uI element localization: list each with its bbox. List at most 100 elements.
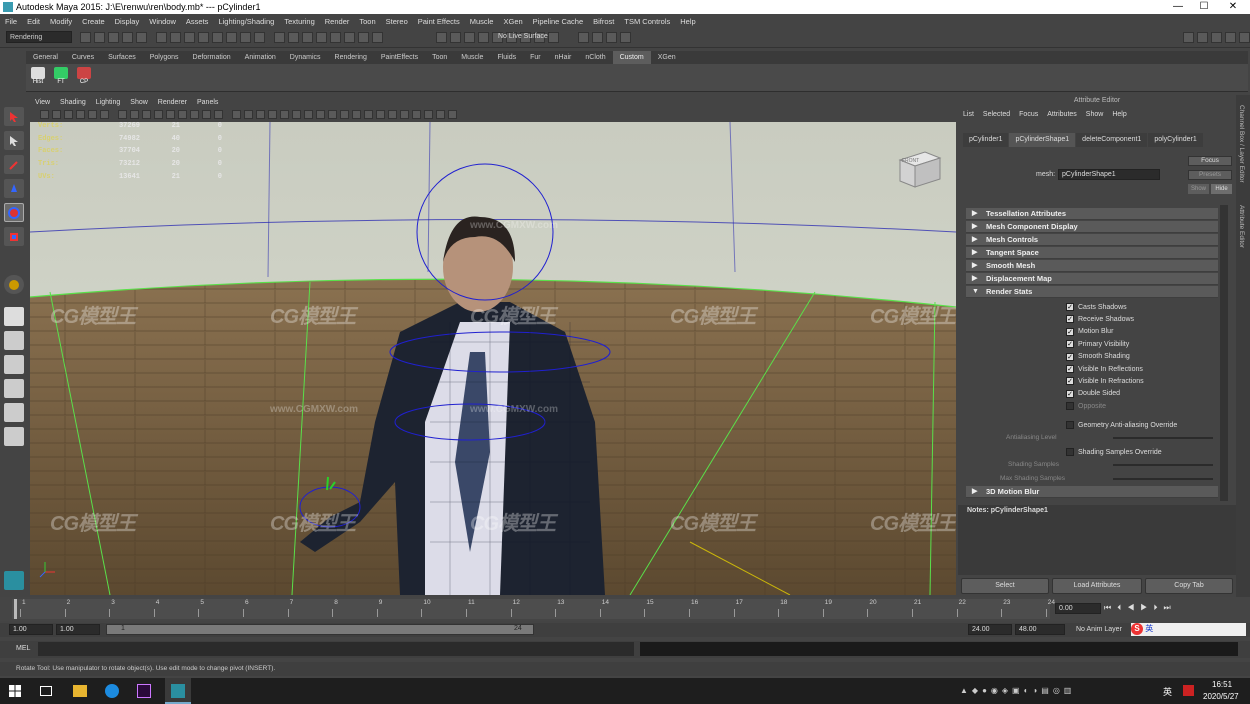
viewport-3d[interactable]: FRONT CG模型王 CG模型王 CG模型王 CG模型王 CG模型王 CG模型… xyxy=(30,122,956,595)
ae-menu-show[interactable]: Show xyxy=(1086,109,1104,121)
checkbox[interactable]: ✓ xyxy=(1066,352,1074,361)
section-3d-motion-blur[interactable]: ▶ 3D Motion Blur xyxy=(966,486,1218,498)
checkbox[interactable]: ✓ xyxy=(1066,315,1074,324)
viewport-menu-panels[interactable]: Panels xyxy=(197,97,218,108)
command-type-label[interactable]: MEL xyxy=(16,645,30,652)
checkbox[interactable]: ✓ xyxy=(1066,303,1074,311)
viewport-menu-lighting[interactable]: Lighting xyxy=(96,97,121,108)
panel-toggle-icon[interactable] xyxy=(1225,32,1236,43)
focus-button[interactable]: Focus xyxy=(1188,156,1232,166)
shelf-tab-custom[interactable]: Custom xyxy=(612,51,651,64)
viewport-tool-icon[interactable] xyxy=(328,110,337,119)
ae-menu-focus[interactable]: Focus xyxy=(1019,109,1038,121)
ae-menu-attributes[interactable]: Attributes xyxy=(1047,109,1077,121)
viewport-tool-icon[interactable] xyxy=(130,110,139,119)
shelf-tab-ncloth[interactable]: nCloth xyxy=(578,51,612,64)
viewport-tool-icon[interactable] xyxy=(340,110,349,119)
ae-tab-pcylinder1[interactable]: pCylinder1 xyxy=(963,133,1009,147)
menu-tsm-controls[interactable]: TSM Controls xyxy=(624,17,670,26)
hide-button[interactable]: Hide xyxy=(1211,184,1232,194)
premiere-icon[interactable] xyxy=(137,684,151,698)
shelf-tab-fur[interactable]: Fur xyxy=(523,51,548,64)
menu-pipeline-cache[interactable]: Pipeline Cache xyxy=(533,17,583,26)
viewport-tool-icon[interactable] xyxy=(118,110,127,119)
current-frame-marker[interactable] xyxy=(14,599,17,619)
end-time-field[interactable]: 48.00 xyxy=(1015,624,1065,635)
status-tool-icon[interactable] xyxy=(548,32,559,43)
checkbox[interactable] xyxy=(1066,421,1074,429)
viewport-tool-icon[interactable] xyxy=(202,110,211,119)
status-tool-icon[interactable] xyxy=(254,32,265,43)
section-render-stats[interactable]: ▼ Render Stats xyxy=(966,286,1218,298)
status-tool-icon[interactable] xyxy=(94,32,105,43)
start-time-field[interactable]: 1.00 xyxy=(9,624,53,635)
viewport-tool-icon[interactable] xyxy=(64,110,73,119)
panel-toggle-icon[interactable] xyxy=(1197,32,1208,43)
status-tool-icon[interactable] xyxy=(156,32,167,43)
status-tool-icon[interactable] xyxy=(316,32,327,43)
rotate-tool-icon[interactable] xyxy=(4,203,24,222)
menu-texturing[interactable]: Texturing xyxy=(284,17,314,26)
range-bar[interactable]: 1 24 xyxy=(106,624,534,635)
menu-window[interactable]: Window xyxy=(149,17,176,26)
status-tool-icon[interactable] xyxy=(330,32,341,43)
viewport-tool-icon[interactable] xyxy=(280,110,289,119)
geo-aa-row[interactable]: Geometry Anti-aliasing Override xyxy=(1066,419,1177,431)
viewport-menu-show[interactable]: Show xyxy=(130,97,148,108)
viewport-tool-icon[interactable] xyxy=(400,110,409,119)
viewport-tool-icon[interactable] xyxy=(376,110,385,119)
render-stat-row[interactable]: ✓ Smooth Shading xyxy=(1066,351,1130,363)
status-tool-icon[interactable] xyxy=(80,32,91,43)
menu-file[interactable]: File xyxy=(5,17,17,26)
playback-end-field[interactable]: 24.00 xyxy=(968,624,1012,635)
status-tool-icon[interactable] xyxy=(108,32,119,43)
render-stat-row[interactable]: ✓ Casts Shadows xyxy=(1066,301,1127,313)
menu-assets[interactable]: Assets xyxy=(186,17,209,26)
close-button[interactable]: ✕ xyxy=(1220,0,1246,14)
menu-create[interactable]: Create xyxy=(82,17,105,26)
shelf-hist-button[interactable]: Hist xyxy=(29,66,47,90)
viewport-menu-renderer[interactable]: Renderer xyxy=(158,97,187,108)
status-tool-icon[interactable] xyxy=(478,32,489,43)
status-tool-icon[interactable] xyxy=(170,32,181,43)
channel-box-tab[interactable]: Channel Box / Layer Editor xyxy=(1238,105,1245,183)
render-stat-row[interactable]: Opposite xyxy=(1066,400,1106,412)
shading-override-row[interactable]: Shading Samples Override xyxy=(1066,446,1162,458)
status-tool-icon[interactable] xyxy=(620,32,631,43)
layout-graph-icon[interactable] xyxy=(4,403,24,422)
layout-four-icon[interactable] xyxy=(4,331,24,350)
checkbox[interactable]: ✓ xyxy=(1066,389,1074,398)
checkbox[interactable]: ✓ xyxy=(1066,327,1074,336)
viewport-tool-icon[interactable] xyxy=(352,110,361,119)
maya-home-icon[interactable] xyxy=(4,571,24,590)
viewport-tool-icon[interactable] xyxy=(166,110,175,119)
menu-modify[interactable]: Modify xyxy=(50,17,72,26)
ime-indicator[interactable]: 英 xyxy=(1163,685,1172,698)
shelf-tab-toon[interactable]: Toon xyxy=(425,51,454,64)
render-stat-row[interactable]: ✓ Visible In Refractions xyxy=(1066,375,1144,387)
viewport-tool-icon[interactable] xyxy=(232,110,241,119)
soft-mod-tool-icon[interactable] xyxy=(4,275,24,294)
viewport-tool-icon[interactable] xyxy=(304,110,313,119)
ae-menu-help[interactable]: Help xyxy=(1112,109,1126,121)
status-tool-icon[interactable] xyxy=(436,32,447,43)
menu-render[interactable]: Render xyxy=(325,17,350,26)
shelf-cp-button[interactable]: CP xyxy=(75,66,93,90)
attribute-scrollbar[interactable] xyxy=(1220,205,1228,501)
playback-controls[interactable]: ⏮⏴◀▶⏵⏭ xyxy=(1104,603,1177,613)
menu-edit[interactable]: Edit xyxy=(27,17,40,26)
status-tool-icon[interactable] xyxy=(302,32,313,43)
lasso-tool-icon[interactable] xyxy=(4,131,24,150)
time-slider[interactable]: 0.00 ⏮⏴◀▶⏵⏭ 1 2 3 4 5 6 7 8 9 10 11 12 13 14 15 16 17 18 1… xyxy=(0,597,1250,621)
scale-tool-icon[interactable] xyxy=(4,227,24,246)
section-smooth-mesh[interactable]: ▶ Smooth Mesh xyxy=(966,260,1218,272)
ae-tab-polycylinder1[interactable]: polyCylinder1 xyxy=(1148,133,1203,147)
status-tool-icon[interactable] xyxy=(578,32,589,43)
viewport-tool-icon[interactable] xyxy=(100,110,109,119)
shelf-tab-painteffects[interactable]: PaintEffects xyxy=(374,51,425,64)
ae-tab-deletecomponent1[interactable]: deleteComponent1 xyxy=(1076,133,1148,147)
select-button[interactable]: Select xyxy=(961,578,1049,594)
panel-toggle-icon[interactable] xyxy=(1183,32,1194,43)
select-tool-icon[interactable] xyxy=(4,107,24,126)
status-tool-icon[interactable] xyxy=(226,32,237,43)
